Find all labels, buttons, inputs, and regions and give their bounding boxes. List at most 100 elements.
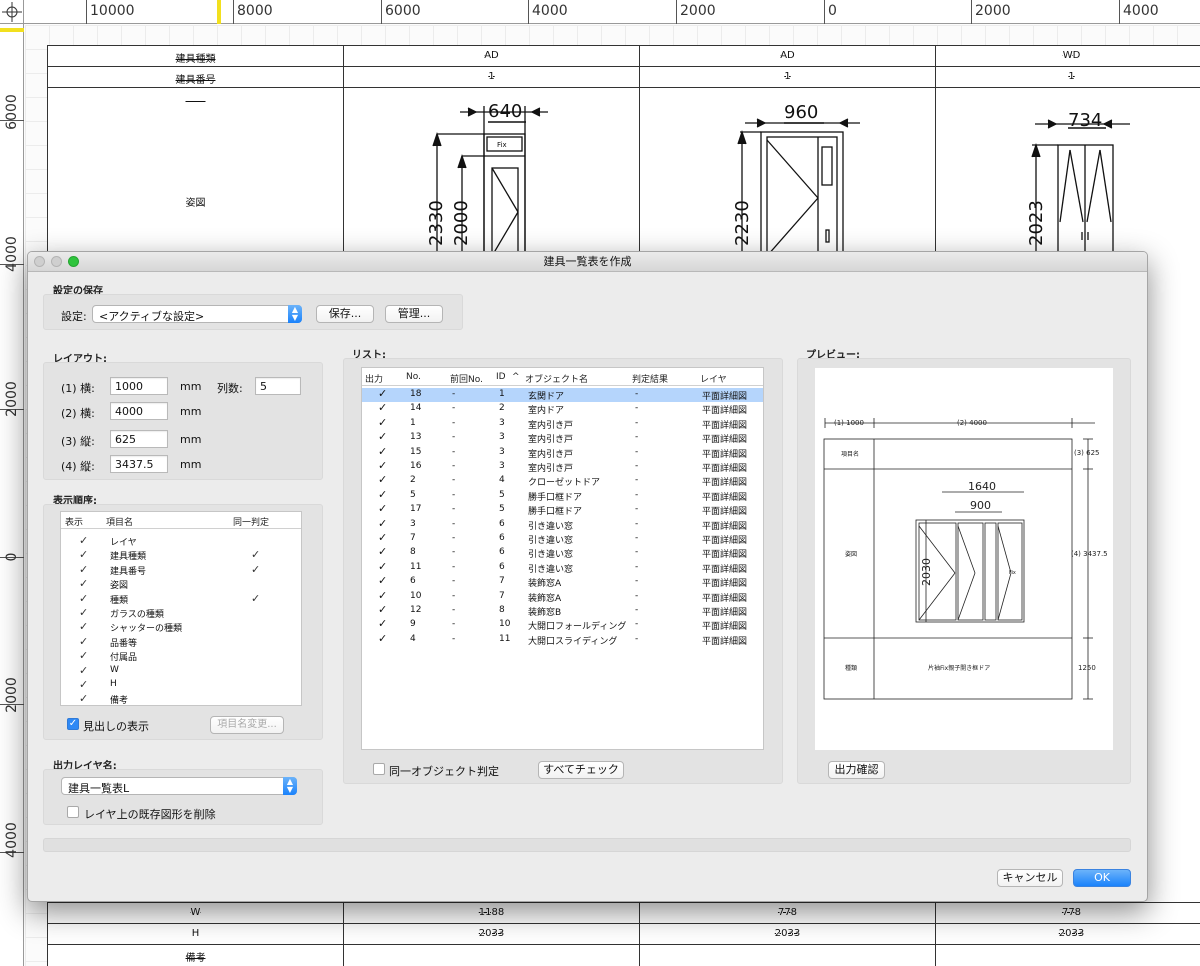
output-layer-select[interactable]: 建具一覧表L ▲ ▼ [61, 777, 297, 795]
checkmark-icon[interactable]: ✓ [378, 617, 387, 630]
checkmark-icon[interactable]: ✓ [378, 473, 387, 486]
zoom-window-button[interactable] [68, 256, 79, 267]
row-no: 2 [410, 475, 416, 486]
rename-item-button[interactable]: 項目名変更... [210, 716, 284, 734]
object-list-table[interactable]: 出力 No. 前回No. ID ^ オブジェクト名 判定結果 レイヤ ✓ 18-1… [361, 367, 764, 750]
list-row[interactable]: ✓ 9-10 大開口フォールディング - 平面詳細図 [362, 617, 763, 632]
same-object-checkbox[interactable] [373, 763, 385, 775]
order-list-item[interactable]: ✓ 備考 [61, 692, 301, 705]
layout-v3-input[interactable]: 625 [110, 430, 168, 448]
order-list-item[interactable]: ✓ W [61, 664, 301, 678]
list-row[interactable]: ✓ 4 - 11 大開口スライディング - 平面詳細図 [362, 632, 763, 647]
checkmark-icon[interactable]: ✓ [79, 592, 88, 605]
layout-h1-input[interactable]: 1000 [110, 377, 168, 395]
list-header-id[interactable]: ID [496, 372, 506, 382]
save-settings-button[interactable]: 保存... [316, 305, 374, 323]
order-header-same[interactable]: 同一判定 [233, 515, 269, 528]
checkmark-icon[interactable]: ✓ [251, 548, 260, 561]
list-row[interactable]: ✓ 16 - 3 室内引き戸 - 平面詳細図 [362, 459, 763, 474]
list-header-object-name[interactable]: オブジェクト名 [525, 372, 588, 385]
list-header-no[interactable]: No. [406, 372, 421, 382]
checkmark-icon[interactable]: ✓ [79, 664, 88, 677]
list-row[interactable]: ✓ 8 - 6 引き違い窓 - 平面詳細図 [362, 545, 763, 560]
checkmark-icon[interactable]: ✓ [378, 502, 387, 515]
checkmark-icon[interactable]: ✓ [79, 563, 88, 576]
checkmark-icon[interactable]: ✓ [79, 548, 88, 561]
cancel-button[interactable]: キャンセル [997, 869, 1063, 887]
list-row[interactable]: ✓ 14 - 2 室内ドア - 平面詳細図 [362, 401, 763, 416]
delete-existing-checkbox[interactable] [67, 806, 79, 818]
checkmark-icon[interactable]: ✓ [251, 592, 260, 605]
checkmark-icon[interactable]: ✓ [378, 517, 387, 530]
list-row[interactable]: ✓ 10 - 7 装飾窓A - 平面詳細図 [362, 589, 763, 604]
list-header-result[interactable]: 判定結果 [632, 372, 668, 385]
close-window-button[interactable] [34, 256, 45, 267]
show-headings-checkbox[interactable]: ✓ [67, 718, 79, 730]
list-row[interactable]: ✓ 15 - 3 室内引き戸 - 平面詳細図 [362, 445, 763, 460]
list-row[interactable]: ✓ 1 - 3 室内引き戸 - 平面詳細図 [362, 416, 763, 431]
layout-v4-input[interactable]: 3437.5 [110, 455, 168, 473]
order-list-item[interactable]: ✓ 品番等 [61, 635, 301, 649]
checkmark-icon[interactable]: ✓ [79, 692, 88, 705]
checkmark-icon[interactable]: ✓ [378, 531, 387, 544]
order-list-item[interactable]: ✓ レイヤ [61, 534, 301, 548]
order-list-item[interactable]: ✓ 姿図 [61, 577, 301, 591]
list-row[interactable]: ✓ 18 - 1 玄関ドア - 平面詳細図 [362, 387, 763, 403]
dialog-titlebar[interactable]: 建具一覧表を作成 [28, 252, 1147, 272]
checkmark-icon[interactable]: ✓ [378, 416, 387, 429]
order-list-item[interactable]: ✓ 種類 ✓ [61, 592, 301, 606]
checkmark-icon[interactable]: ✓ [378, 632, 387, 645]
order-list-item[interactable]: ✓ 建具番号 ✓ [61, 563, 301, 577]
checkmark-icon[interactable]: ✓ [79, 620, 88, 633]
checkmark-icon[interactable]: ✓ [378, 445, 387, 458]
vertical-ruler[interactable]: 6000 4000 2000 0 2000 4000 [0, 24, 24, 966]
order-list-item[interactable]: ✓ ガラスの種類 [61, 606, 301, 620]
checkmark-icon[interactable]: ✓ [79, 606, 88, 619]
checkmark-icon[interactable]: ✓ [79, 577, 88, 590]
ruler-origin-crosshair-icon[interactable] [0, 0, 24, 24]
checkmark-icon[interactable]: ✓ [378, 430, 387, 443]
setting-select[interactable]: <アクティブな設定> ▲ ▼ [92, 305, 302, 323]
checkmark-icon[interactable]: ✓ [79, 534, 88, 547]
list-row[interactable]: ✓ 17 - 5 勝手口框ドア - 平面詳細図 [362, 502, 763, 517]
checkmark-icon[interactable]: ✓ [378, 488, 387, 501]
checkmark-icon[interactable]: ✓ [378, 560, 387, 573]
display-order-list[interactable]: 表示 項目名 同一判定 ✓ レイヤ ✓ 建具種類 ✓ ✓ 建具番号 ✓ ✓ 姿図 ✓ 種類 ✓ ✓ ガラスの… [60, 511, 302, 706]
order-list-item[interactable]: ✓ 付属品 [61, 649, 301, 663]
order-list-item[interactable]: ✓ シャッターの種類 [61, 620, 301, 634]
checkmark-icon[interactable]: ✓ [79, 678, 88, 691]
checkmark-icon[interactable]: ✓ [378, 459, 387, 472]
horizontal-ruler[interactable]: 10000 8000 6000 4000 2000 0 2000 4000 [0, 0, 1200, 24]
order-list-item[interactable]: ✓ H [61, 678, 301, 692]
checkmark-icon[interactable]: ✓ [79, 649, 88, 662]
checkmark-icon[interactable]: ✓ [378, 574, 387, 587]
list-row[interactable]: ✓ 6 - 7 装飾窓A - 平面詳細図 [362, 574, 763, 589]
list-row[interactable]: ✓ 11 - 6 引き違い窓 - 平面詳細図 [362, 560, 763, 575]
list-row[interactable]: ✓ 7 - 6 引き違い窓 - 平面詳細図 [362, 531, 763, 546]
order-header-show[interactable]: 表示 [65, 515, 83, 528]
columns-input[interactable]: 5 [255, 377, 301, 395]
list-header-output[interactable]: 出力 [365, 372, 383, 385]
list-row[interactable]: ✓ 5 - 5 勝手口框ドア - 平面詳細図 [362, 488, 763, 503]
check-all-button[interactable]: すべてチェック [538, 761, 624, 779]
checkmark-icon[interactable]: ✓ [378, 545, 387, 558]
checkmark-icon[interactable]: ✓ [79, 635, 88, 648]
list-row[interactable]: ✓ 13 - 3 室内引き戸 - 平面詳細図 [362, 430, 763, 445]
checkmark-icon[interactable]: ✓ [251, 563, 260, 576]
output-confirm-button[interactable]: 出力確認 [828, 761, 885, 779]
list-row[interactable]: ✓ 2 - 4 クローゼットドア - 平面詳細図 [362, 473, 763, 488]
checkmark-icon[interactable]: ✓ [378, 401, 387, 414]
list-row[interactable]: ✓ 12 - 8 装飾窓B - 平面詳細図 [362, 603, 763, 618]
checkmark-icon[interactable]: ✓ [378, 589, 387, 602]
list-header-prev-no[interactable]: 前回No. [450, 372, 483, 385]
ok-button[interactable]: OK [1073, 869, 1131, 887]
manage-settings-button[interactable]: 管理... [385, 305, 443, 323]
order-header-name[interactable]: 項目名 [106, 515, 133, 528]
list-header-layer[interactable]: レイヤ [700, 372, 727, 385]
minimize-window-button[interactable] [51, 256, 62, 267]
layout-h2-input[interactable]: 4000 [110, 402, 168, 420]
order-list-item[interactable]: ✓ 建具種類 ✓ [61, 548, 301, 562]
list-row[interactable]: ✓ 3 - 6 引き違い窓 - 平面詳細図 [362, 517, 763, 532]
checkmark-icon[interactable]: ✓ [378, 603, 387, 616]
checkmark-icon[interactable]: ✓ [378, 387, 387, 400]
